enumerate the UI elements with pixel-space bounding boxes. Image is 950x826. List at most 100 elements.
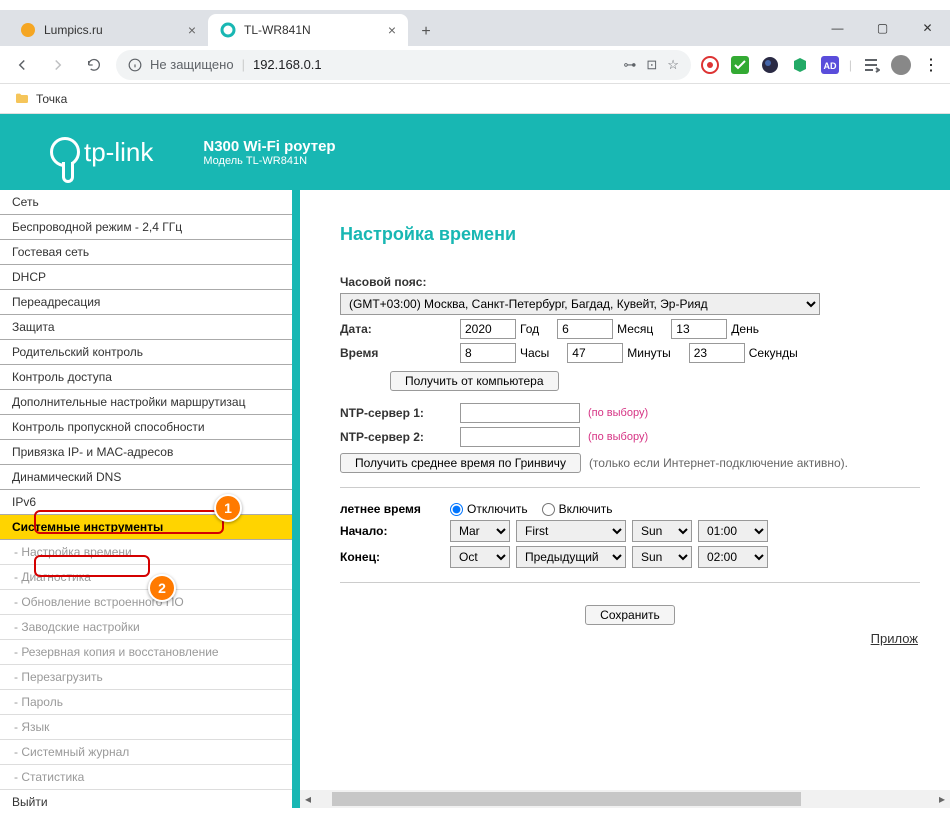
banner-title: N300 Wi-Fi роутер [203, 138, 335, 155]
reading-list-icon[interactable] [860, 54, 882, 76]
day-input[interactable] [671, 319, 727, 339]
ext-ad-icon[interactable]: AD [819, 54, 841, 76]
sidebar-item-systools[interactable]: Системные инструменты [0, 515, 292, 540]
main-panel: Настройка времени Часовой пояс: (GMT+03:… [300, 190, 950, 808]
scroll-right-icon[interactable]: ▸ [934, 791, 950, 807]
star-icon[interactable]: ☆ [667, 57, 679, 73]
sec-input[interactable] [689, 343, 745, 363]
tab-router[interactable]: TL-WR841N × [208, 14, 408, 46]
sidebar-sub-stats[interactable]: - Статистика [0, 765, 292, 790]
start-month[interactable]: Mar [450, 520, 510, 542]
favicon-tplink [220, 22, 236, 38]
dst-label: летнее время [340, 502, 450, 516]
close-window-button[interactable]: ✕ [905, 10, 950, 46]
ext-globe-icon[interactable] [759, 54, 781, 76]
ntp1-input[interactable] [460, 403, 580, 423]
key-icon[interactable]: ⊶ [623, 57, 636, 73]
sidebar-item-guest[interactable]: Гостевая сеть [0, 240, 292, 265]
divider [340, 487, 920, 488]
ext-opera-icon[interactable] [699, 54, 721, 76]
sidebar-item-ipmac[interactable]: Привязка IP- и MAC-адресов [0, 440, 292, 465]
sidebar: Сеть Беспроводной режим - 2,4 ГГц Гостев… [0, 190, 300, 808]
app-link[interactable]: Прилож [340, 631, 920, 646]
ext-cube-icon[interactable] [789, 54, 811, 76]
min-input[interactable] [567, 343, 623, 363]
profile-avatar[interactable] [890, 54, 912, 76]
month-input[interactable] [557, 319, 613, 339]
end-time[interactable]: 02:00 [698, 546, 768, 568]
forward-button[interactable] [44, 51, 72, 79]
menu-button[interactable]: ⋮ [920, 54, 942, 76]
end-month[interactable]: Oct [450, 546, 510, 568]
time-label: Время [340, 346, 460, 360]
sidebar-sub-factory[interactable]: - Заводские настройки [0, 615, 292, 640]
new-tab-button[interactable]: + [412, 18, 440, 46]
sidebar-item-access[interactable]: Контроль доступа [0, 365, 292, 390]
dst-on-radio[interactable]: Включить [542, 502, 613, 516]
sidebar-sub-syslog[interactable]: - Системный журнал [0, 740, 292, 765]
ntp1-label: NTP-сервер 1: [340, 406, 460, 420]
sidebar-item-parental[interactable]: Родительский контроль [0, 340, 292, 365]
day-unit: День [731, 322, 759, 336]
start-time[interactable]: 01:00 [698, 520, 768, 542]
sidebar-sub-backup[interactable]: - Резервная копия и восстановление [0, 640, 292, 665]
url-field[interactable]: Не защищено | 192.168.0.1 ⊶ ⊡ ☆ [116, 50, 691, 80]
sidebar-sub-password[interactable]: - Пароль [0, 690, 292, 715]
ext-check-icon[interactable] [729, 54, 751, 76]
sidebar-sub-firmware[interactable]: - Обновление встроенного ПО [0, 590, 292, 615]
hour-input[interactable] [460, 343, 516, 363]
insecure-label: Не защищено [150, 57, 234, 72]
close-icon[interactable]: × [188, 22, 196, 38]
hour-unit: Часы [520, 346, 549, 360]
reload-button[interactable] [80, 51, 108, 79]
back-button[interactable] [8, 51, 36, 79]
gmt-note: (только если Интернет-подключение активн… [589, 456, 848, 470]
year-unit: Год [520, 322, 539, 336]
folder-icon [14, 91, 30, 107]
tab-lumpics[interactable]: Lumpics.ru × [8, 14, 208, 46]
get-from-pc-button[interactable]: Получить от компьютера [390, 371, 559, 391]
address-bar: Не защищено | 192.168.0.1 ⊶ ⊡ ☆ AD | ⋮ [0, 46, 950, 84]
url-text: 192.168.0.1 [253, 57, 322, 72]
minimize-button[interactable]: — [815, 10, 860, 46]
sidebar-item-network[interactable]: Сеть [0, 190, 292, 215]
get-gmt-button[interactable]: Получить среднее время по Гринвичу [340, 453, 581, 473]
sidebar-item-wireless[interactable]: Беспроводной режим - 2,4 ГГц [0, 215, 292, 240]
page-title: Настройка времени [340, 224, 920, 245]
sidebar-item-exit[interactable]: Выйти [0, 790, 292, 808]
svg-text:AD: AD [823, 61, 836, 71]
tplink-logo: tp-link [50, 137, 153, 168]
sidebar-item-security[interactable]: Защита [0, 315, 292, 340]
year-input[interactable] [460, 319, 516, 339]
end-label: Конец: [340, 550, 450, 564]
ntp1-opt: (по выбору) [588, 407, 648, 419]
scroll-left-icon[interactable]: ◂ [300, 791, 316, 807]
sidebar-sub-diag[interactable]: - Диагностика [0, 565, 292, 590]
date-label: Дата: [340, 322, 460, 336]
translate-icon[interactable]: ⊡ [646, 57, 657, 73]
close-icon[interactable]: × [388, 22, 396, 38]
start-week[interactable]: First [516, 520, 626, 542]
ntp2-opt: (по выбору) [588, 431, 648, 443]
sidebar-sub-lang[interactable]: - Язык [0, 715, 292, 740]
sidebar-item-ddns[interactable]: Динамический DNS [0, 465, 292, 490]
sidebar-item-forwarding[interactable]: Переадресация [0, 290, 292, 315]
end-week[interactable]: Предыдущий [516, 546, 626, 568]
sidebar-sub-reboot[interactable]: - Перезагрузить [0, 665, 292, 690]
bookmark-item[interactable]: Точка [36, 92, 67, 106]
tab-label: TL-WR841N [244, 23, 311, 37]
sidebar-sub-time[interactable]: - Настройка времени [0, 540, 292, 565]
sidebar-item-ipv6[interactable]: IPv6 [0, 490, 292, 515]
tz-select[interactable]: (GMT+03:00) Москва, Санкт-Петербург, Баг… [340, 293, 820, 315]
end-day[interactable]: Sun [632, 546, 692, 568]
save-button[interactable]: Сохранить [585, 605, 675, 625]
sidebar-item-dhcp[interactable]: DHCP [0, 265, 292, 290]
sidebar-item-bandwidth[interactable]: Контроль пропускной способности [0, 415, 292, 440]
horizontal-scrollbar[interactable]: ◂ ▸ [300, 790, 950, 808]
sidebar-item-routing[interactable]: Дополнительные настройки маршрутизац [0, 390, 292, 415]
annotation-badge-1: 1 [214, 494, 242, 522]
ntp2-input[interactable] [460, 427, 580, 447]
dst-off-radio[interactable]: Отключить [450, 502, 528, 516]
maximize-button[interactable]: ▢ [860, 10, 905, 46]
start-day[interactable]: Sun [632, 520, 692, 542]
